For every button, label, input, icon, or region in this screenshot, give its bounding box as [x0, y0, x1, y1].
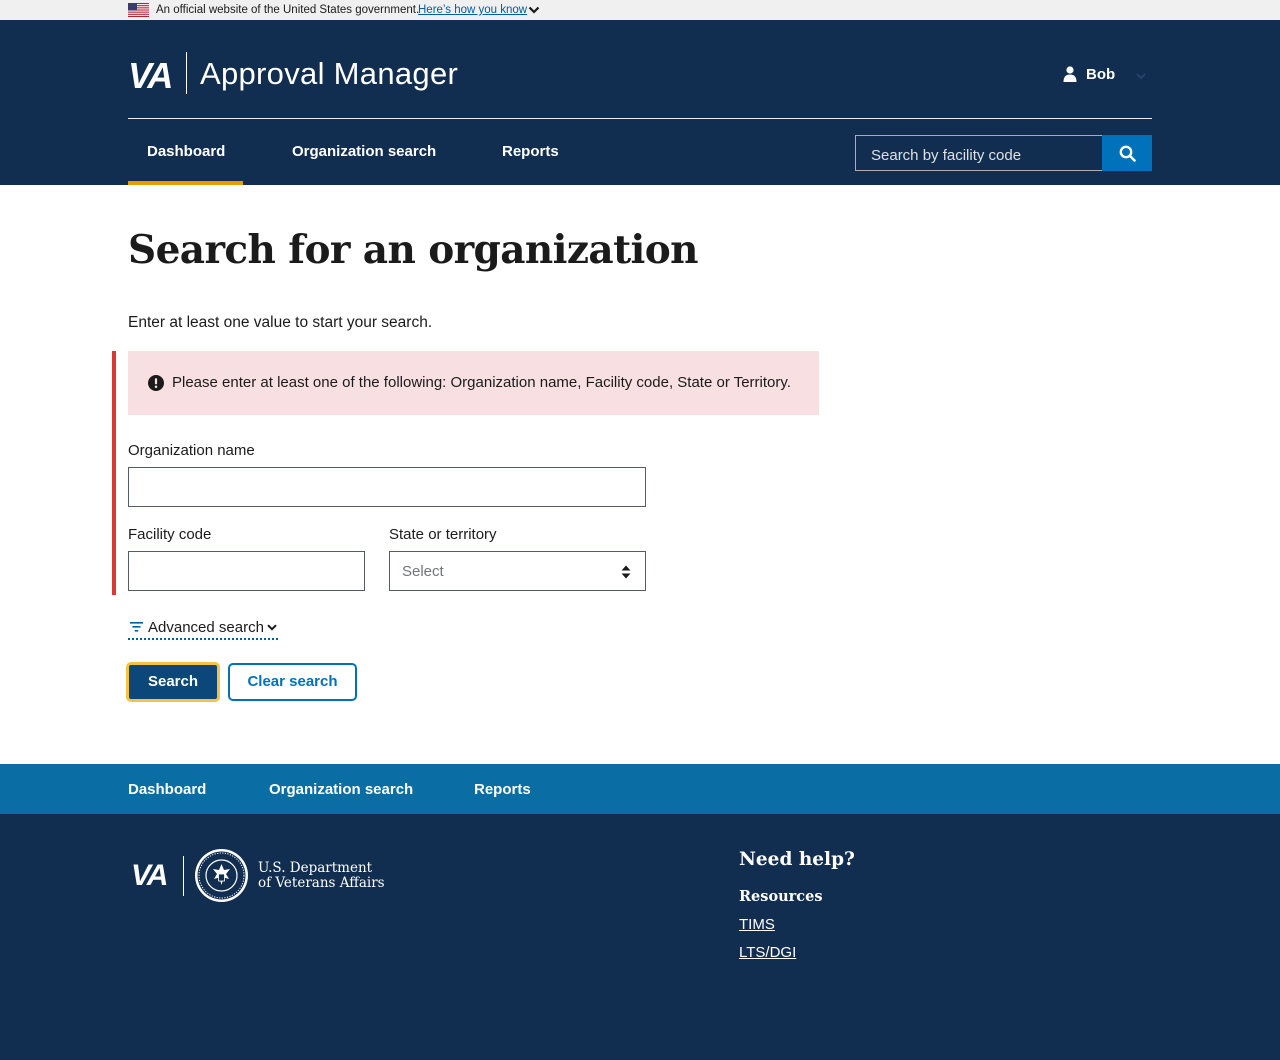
advanced-search-toggle[interactable]: Advanced search [128, 618, 278, 640]
state-territory-selected-value: Select [402, 563, 444, 580]
gov-banner-text: An official website of the United States… [156, 4, 420, 16]
clear-search-button[interactable]: Clear search [228, 663, 357, 701]
site-header: VA Approval Manager Bob Dashboard Organi… [0, 20, 1280, 185]
select-arrows-icon [621, 565, 631, 579]
lts-dgi-link[interactable]: LTS/DGI [739, 944, 796, 962]
header-search-button[interactable] [1102, 135, 1152, 171]
organization-name-label: Organization name [128, 442, 255, 459]
footer-logo-divider [183, 856, 184, 896]
footer-nav: Dashboard Organization search Reports [0, 764, 1280, 814]
footer-nav-organization-search[interactable]: Organization search [269, 780, 413, 800]
facility-code-input[interactable] [128, 551, 365, 591]
search-button-label: Search [147, 673, 199, 690]
clear-search-button-label: Clear search [247, 673, 338, 690]
nav-active-indicator [128, 181, 243, 185]
intro-text: Enter at least one value to start your s… [128, 314, 433, 331]
resources-heading: Resources [739, 888, 823, 905]
logo-divider [186, 52, 187, 94]
site-footer: VA U.S. Department of Veterans Affairs N… [0, 814, 1280, 1060]
va-seal-icon [195, 849, 248, 902]
search-button[interactable]: Search [126, 662, 220, 702]
header-divider [128, 118, 1152, 119]
header-search [855, 135, 1152, 171]
va-logo[interactable]: VA [128, 56, 173, 96]
need-help-heading: Need help? [739, 849, 855, 870]
page-title: Search for an organization [128, 227, 698, 273]
filter-icon [130, 622, 143, 632]
department-name-line2: of Veterans Affairs [258, 875, 385, 891]
user-icon[interactable] [1063, 66, 1077, 82]
how-you-know-link[interactable]: Here’s how you know [418, 3, 527, 17]
error-alert-message: Please enter at least one of the followi… [172, 374, 791, 391]
nav-reports[interactable]: Reports [502, 142, 559, 162]
error-icon [148, 375, 164, 391]
organization-name-input[interactable] [128, 467, 646, 507]
nav-organization-search[interactable]: Organization search [292, 142, 436, 162]
gov-banner: An official website of the United States… [0, 0, 1280, 20]
form-error-indicator [112, 351, 116, 595]
search-icon [1119, 145, 1136, 162]
footer-nav-reports[interactable]: Reports [474, 780, 531, 800]
facility-code-label: Facility code [128, 526, 212, 543]
footer-va-logo: VA [131, 859, 168, 892]
user-menu-name[interactable]: Bob [1086, 65, 1115, 85]
department-name-line1: U.S. Department [258, 860, 373, 876]
footer-nav-dashboard[interactable]: Dashboard [128, 780, 206, 800]
chevron-down-icon[interactable] [1136, 72, 1146, 80]
app-title[interactable]: Approval Manager [200, 54, 458, 94]
tims-link[interactable]: TIMS [739, 916, 775, 934]
state-territory-label: State or territory [389, 526, 497, 543]
error-alert: Please enter at least one of the followi… [128, 351, 819, 415]
state-territory-select[interactable]: Select [389, 551, 646, 591]
advanced-search-label: Advanced search [148, 619, 264, 636]
chevron-down-icon [267, 624, 277, 631]
us-flag-icon [128, 3, 149, 17]
chevron-down-icon[interactable] [528, 5, 540, 15]
nav-dashboard[interactable]: Dashboard [147, 142, 225, 162]
facility-code-search-input[interactable] [855, 135, 1103, 171]
